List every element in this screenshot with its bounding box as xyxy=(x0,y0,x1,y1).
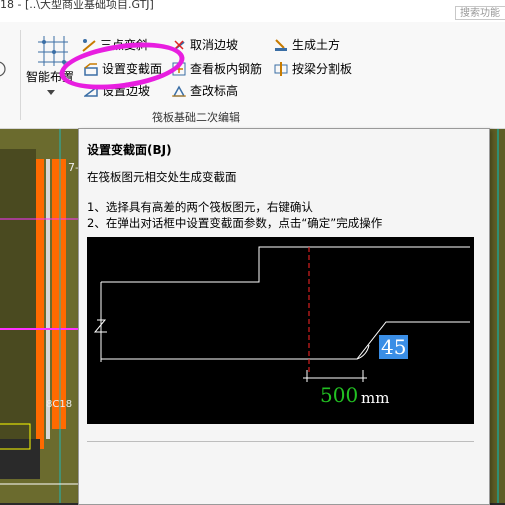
tooltip-description: 在筏板图元相交处生成变截面 xyxy=(87,170,237,184)
tooltip-illustration: 45 500 mm xyxy=(87,237,474,424)
width-value: 500 xyxy=(320,383,359,407)
cancel-slope-button[interactable]: 取消边坡 xyxy=(172,36,238,53)
tooltip-step-2: 2、在弹出对话框中设置变截面参数，点击“确定”完成操作 xyxy=(87,216,383,230)
tooltip-step-1: 1、选择具有高差的两个筏板图元，右键确认 xyxy=(87,200,313,214)
elevation-icon xyxy=(172,84,186,98)
ribbon-group-label: 筏板基础二次编辑 xyxy=(152,111,240,124)
tooltip-divider xyxy=(87,441,474,442)
ribbon-separator xyxy=(20,30,21,120)
split-slab-icon xyxy=(274,61,288,76)
generate-earthwork-button[interactable]: 生成土方 xyxy=(274,36,340,53)
variable-section-diagram xyxy=(93,246,470,382)
width-unit: mm xyxy=(361,389,390,407)
angle-value: 45 xyxy=(379,335,409,359)
view-slab-rebar-button[interactable]: 查看板内钢筋 xyxy=(172,60,262,77)
title-bar: 18 - [..\大型商业基础项目.GTJ] 搜索功能 xyxy=(0,0,505,22)
split-slab-by-beam-button[interactable]: 按梁分割板 xyxy=(274,60,352,77)
canvas-label-rebar: 8C18 xyxy=(46,399,73,410)
window-title: 18 - [..\大型商业基础项目.GTJ] xyxy=(0,0,154,11)
search-input[interactable]: 搜索功能 xyxy=(455,6,505,20)
chevron-down-icon[interactable] xyxy=(47,90,55,96)
tooltip-title: 设置变截面(BJ) xyxy=(87,143,172,157)
back-icon[interactable] xyxy=(0,60,10,78)
command-tooltip: 设置变截面(BJ) 在筏板图元相交处生成变截面 1、选择具有高差的两个筏板图元，… xyxy=(78,128,490,505)
earthwork-icon xyxy=(274,38,288,52)
check-elevation-button[interactable]: 查改标高 xyxy=(172,82,238,99)
